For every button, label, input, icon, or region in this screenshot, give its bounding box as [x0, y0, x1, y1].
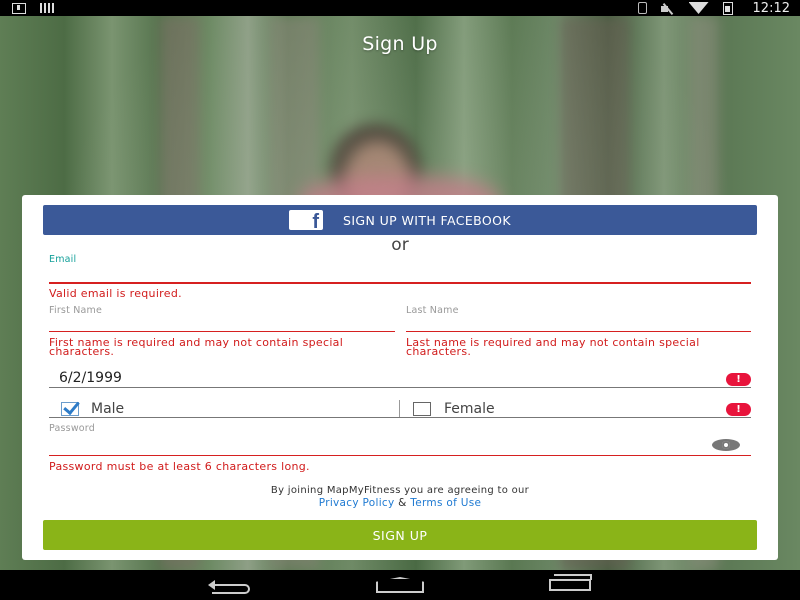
privacy-policy-link[interactable]: Privacy Policy: [319, 497, 395, 509]
bluetooth-icon: [637, 2, 647, 14]
female-label: Female: [444, 401, 495, 417]
last-name-field[interactable]: [406, 315, 751, 331]
facebook-icon: f: [289, 210, 323, 232]
status-left: [12, 2, 56, 14]
status-time: 12:12: [752, 0, 790, 16]
male-label: Male: [91, 401, 125, 417]
gender-alert-icon: !: [726, 403, 751, 416]
gender-divider: [399, 400, 400, 417]
facebook-button-label: SIGN UP WITH FACEBOOK: [343, 212, 511, 228]
email-error: Valid email is required.: [49, 287, 182, 300]
mute-icon: [660, 3, 675, 14]
back-icon[interactable]: [208, 578, 250, 594]
password-error: Password must be at least 6 characters l…: [49, 460, 310, 473]
facebook-signup-button[interactable]: f SIGN UP WITH FACEBOOK: [43, 205, 757, 235]
battery-icon: [722, 1, 733, 15]
signup-button[interactable]: SIGN UP: [43, 520, 757, 550]
navigation-bar: [0, 570, 800, 600]
home-icon[interactable]: [376, 577, 424, 593]
page-title: Sign Up: [362, 33, 438, 55]
gender-underline: [49, 417, 751, 418]
status-bar: 12:12: [0, 0, 800, 16]
first-name-error: First name is required and may not conta…: [49, 336, 344, 358]
email-underline: [49, 282, 751, 284]
password-underline: [49, 455, 751, 456]
recents-icon[interactable]: [549, 574, 592, 591]
signal-bars-icon: [40, 3, 56, 13]
download-icon: [12, 2, 26, 14]
or-divider: or: [391, 235, 409, 255]
show-password-eye-icon[interactable]: [712, 439, 740, 451]
birthdate-underline: [49, 387, 751, 388]
status-right: 12:12: [637, 0, 790, 16]
birthdate-field[interactable]: 6/2/1999: [59, 370, 122, 386]
birthdate-alert-icon: !: [726, 373, 751, 386]
first-name-underline: [49, 331, 395, 332]
first-name-field[interactable]: [49, 315, 394, 331]
terms-separator: &: [398, 497, 407, 509]
female-checkbox[interactable]: [413, 402, 431, 416]
signup-card: f SIGN UP WITH FACEBOOK or Email Valid e…: [22, 195, 778, 560]
wifi-icon: [689, 2, 709, 14]
last-name-underline: [406, 331, 751, 332]
email-field[interactable]: [49, 265, 749, 281]
male-checkbox[interactable]: [61, 402, 79, 416]
terms-of-use-link[interactable]: Terms of Use: [410, 497, 481, 509]
last-name-error: Last name is required and may not contai…: [406, 336, 700, 358]
password-field[interactable]: [49, 435, 699, 451]
terms-links: Privacy Policy & Terms of Use: [22, 497, 778, 509]
password-label: Password: [49, 423, 95, 434]
email-label: Email: [49, 254, 77, 265]
terms-text: By joining MapMyFitness you are agreeing…: [270, 485, 530, 496]
signup-button-label: SIGN UP: [372, 527, 428, 543]
